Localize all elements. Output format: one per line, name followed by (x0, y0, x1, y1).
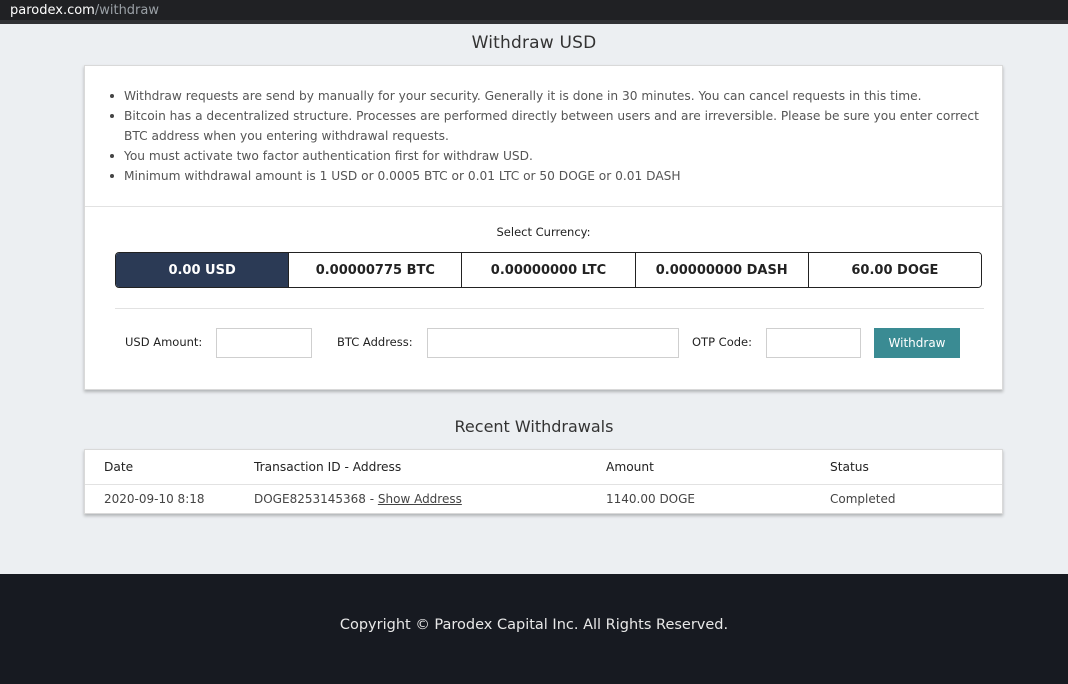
divider (115, 308, 984, 309)
withdraw-form: USD Amount: BTC Address: OTP Code: Withd… (85, 328, 1002, 358)
note-item: Minimum withdrawal amount is 1 USD or 0.… (109, 166, 982, 186)
table-header: Date Transaction ID - Address Amount Sta… (85, 450, 1002, 485)
currency-btc-button[interactable]: 0.00000775 BTC (289, 253, 463, 287)
notes-list: Withdraw requests are send by manually f… (109, 86, 982, 186)
note-item: Bitcoin has a decentralized structure. P… (109, 106, 982, 146)
currency-ltc-button[interactable]: 0.00000000 LTC (462, 253, 636, 287)
header-amount: Amount (606, 460, 654, 474)
note-item: Withdraw requests are send by manually f… (109, 86, 982, 106)
table-row: 2020-09-10 8:18 DOGE8253145368 - Show Ad… (85, 485, 1002, 514)
header-date: Date (104, 460, 134, 474)
footer-copyright: Copyright © Parodex Capital Inc. All Rig… (339, 617, 729, 633)
address-input[interactable] (427, 328, 679, 358)
header-status: Status (830, 460, 869, 474)
otp-label: OTP Code: (692, 335, 752, 349)
page-title: Withdraw USD (471, 33, 597, 53)
recent-withdrawals-title: Recent Withdrawals (454, 417, 614, 436)
select-currency-label: Select Currency: (496, 225, 591, 239)
amount-input[interactable] (216, 328, 312, 358)
txid-text: DOGE8253145368 - (254, 492, 378, 506)
otp-input[interactable] (766, 328, 861, 358)
row-date: 2020-09-10 8:18 (104, 492, 205, 506)
currency-selector: 0.00 USD 0.00000775 BTC 0.00000000 LTC 0… (115, 252, 982, 288)
address-label: BTC Address: (337, 335, 413, 349)
withdrawals-table: Date Transaction ID - Address Amount Sta… (84, 449, 1003, 514)
status-badge: Completed (830, 492, 896, 506)
note-item: You must activate two factor authenticat… (109, 146, 982, 166)
row-txid: DOGE8253145368 - Show Address (254, 485, 462, 513)
withdraw-button[interactable]: Withdraw (874, 328, 960, 358)
header-transaction: Transaction ID - Address (254, 460, 402, 474)
amount-label: USD Amount: (125, 335, 203, 349)
withdraw-card: Withdraw requests are send by manually f… (84, 65, 1003, 390)
currency-usd-button[interactable]: 0.00 USD (116, 253, 290, 287)
currency-dash-button[interactable]: 0.00000000 DASH (635, 253, 809, 287)
url-path: /withdraw (94, 3, 159, 18)
footer: Copyright © Parodex Capital Inc. All Rig… (0, 574, 1068, 684)
notes-section: Withdraw requests are send by manually f… (85, 66, 1002, 207)
currency-doge-button[interactable]: 60.00 DOGE (808, 253, 981, 287)
url-domain: parodex.com (10, 3, 95, 18)
show-address-link[interactable]: Show Address (378, 492, 462, 506)
browser-address-bar[interactable]: parodex.com/withdraw (0, 0, 1068, 24)
row-amount: 1140.00 DOGE (606, 492, 696, 506)
